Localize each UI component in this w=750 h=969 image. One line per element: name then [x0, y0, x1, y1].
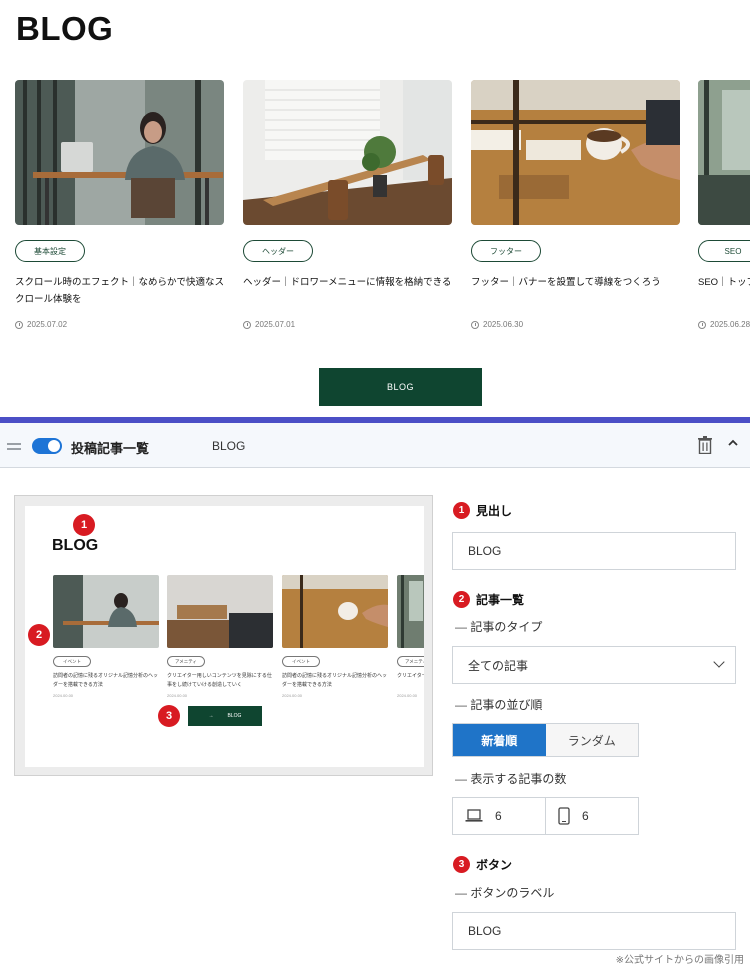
blog-title: BLOG	[16, 10, 114, 47]
card-date-text: 2025.07.01	[255, 320, 296, 329]
section-badge: 1	[453, 502, 470, 519]
card-date-text: 2025.06.30	[483, 320, 524, 329]
article-count-inputs: 6 6	[452, 797, 639, 835]
card-date-text: 2025.06.28	[710, 320, 750, 329]
arrow-right-icon: →	[208, 713, 214, 719]
button-label-label: ボタンのラベル	[455, 884, 554, 901]
clock-icon	[15, 320, 23, 329]
section-badge: 2	[453, 591, 470, 608]
layout-preview-canvas: 1 BLOG 2 イベント 訪問者の記憶に残るオリジナル記憶分析のヘッダーを搭載…	[25, 506, 424, 767]
blog-card[interactable]: フッター フッター｜バナーを設置して導線をつくろう 2025.06.30	[471, 80, 680, 329]
preview-card-tag: イベント	[53, 656, 91, 667]
preview-card-title: クリエイター用しいコンテンツを仕事をし続	[397, 673, 424, 679]
card-thumbnail[interactable]	[243, 80, 452, 225]
card-title[interactable]: ヘッダー｜ドロワーメニューに情報を格納できる	[243, 274, 452, 291]
order-option-newest[interactable]: 新着順	[453, 724, 546, 756]
preview-card-date: 2024.00.00	[282, 693, 303, 698]
blog-card[interactable]: SEO SEO｜トップ設定可能 2025.06.28	[698, 80, 750, 329]
preview-card-thumbnail	[167, 575, 273, 648]
preview-card-date: 2024.00.00	[167, 693, 188, 698]
annotation-badge-2: 2	[28, 624, 50, 646]
card-date: 2025.06.28	[698, 320, 750, 329]
mobile-count-field[interactable]: 6	[545, 798, 638, 834]
preview-card-title: 訪問者の記憶に残るオリジナル記憶分析のヘッダーを搭載できる方法	[53, 673, 159, 688]
drag-handle-icon[interactable]	[7, 443, 21, 450]
card-title[interactable]: SEO｜トップ設定可能	[698, 274, 750, 291]
laptop-icon	[465, 809, 483, 822]
preview-card-tag: イベント	[282, 656, 320, 667]
image-credit-note: ※公式サイトからの画像引用	[615, 955, 744, 966]
heading-input[interactable]: BLOG	[452, 532, 736, 570]
list-section-label: 記事一覧	[476, 593, 525, 607]
card-category-tag[interactable]: 基本設定	[15, 240, 85, 262]
button-label-input[interactable]: BLOG	[452, 912, 736, 950]
annotation-badge-3: 3	[158, 705, 180, 727]
card-category-tag[interactable]: フッター	[471, 240, 541, 262]
layout-preview: 1 BLOG 2 イベント 訪問者の記憶に残るオリジナル記憶分析のヘッダーを搭載…	[14, 495, 433, 776]
heading-section-label: 見出し	[476, 504, 513, 518]
article-type-label: 記事のタイプ	[455, 618, 542, 635]
preview-card: イベント 訪問者の記憶に残るオリジナル記憶分析のヘッダーを搭載できる方法 202…	[282, 575, 388, 698]
blog-more-button[interactable]: BLOG	[319, 368, 482, 406]
card-date: 2025.06.30	[471, 320, 523, 329]
preview-button: → BLOG	[188, 706, 262, 726]
preview-card-tag: アメニティ	[397, 656, 424, 667]
card-thumbnail[interactable]	[471, 80, 680, 225]
block-subtitle: BLOG	[212, 439, 246, 453]
desktop-count-field[interactable]: 6	[453, 798, 545, 834]
desktop-count-value: 6	[495, 809, 502, 823]
clock-icon	[698, 320, 706, 329]
preview-card-title: 訪問者の記憶に残るオリジナル記憶分析のヘッダーを搭載できる方法	[282, 673, 388, 688]
block-name: 投稿記事一覧	[71, 441, 150, 456]
section-badge: 3	[453, 856, 470, 873]
preview-title: BLOG	[52, 537, 99, 554]
order-option-random[interactable]: ランダム	[545, 724, 638, 756]
preview-card-title: クリエイター用しいコンテンツを見除にする仕事をし続けていける創造していく	[167, 673, 272, 688]
preview-card-tag: アメニティ	[167, 656, 205, 667]
card-category-tag[interactable]: SEO	[698, 240, 750, 262]
preview-card-date: 2024.00.00	[53, 693, 74, 698]
trash-icon[interactable]	[698, 436, 712, 454]
blog-card[interactable]: 基本設定 スクロール時のエフェクト｜なめらかで快適なスクロール体験を 2025.…	[15, 80, 224, 329]
annotation-badge-1: 1	[73, 514, 95, 536]
article-type-value: 全ての記事	[468, 658, 529, 673]
article-order-label: 記事の並び順	[455, 696, 542, 713]
card-thumbnail[interactable]	[15, 80, 224, 225]
chevron-down-icon	[713, 656, 725, 668]
card-date: 2025.07.01	[243, 320, 295, 329]
collapse-chevron-icon[interactable]	[727, 437, 739, 449]
article-type-select[interactable]: 全ての記事	[452, 646, 736, 684]
preview-card-date: 2024.00.00	[397, 693, 418, 698]
card-category-tag[interactable]: ヘッダー	[243, 240, 313, 262]
button-section-title: 3 ボタン	[453, 856, 512, 873]
block-header: 投稿記事一覧 BLOG	[0, 423, 750, 468]
preview-card: アメニティ クリエイター用しいコンテンツを見除にする仕事をし続けていける創造して…	[167, 575, 273, 698]
heading-section-title: 1 見出し	[453, 502, 512, 519]
clock-icon	[471, 320, 479, 329]
card-thumbnail[interactable]	[698, 80, 750, 225]
mobile-count-value: 6	[582, 809, 589, 823]
preview-card: イベント 訪問者の記憶に残るオリジナル記憶分析のヘッダーを搭載できる方法 202…	[53, 575, 159, 698]
button-section-label: ボタン	[476, 858, 513, 872]
block-visibility-toggle[interactable]	[32, 438, 62, 454]
article-count-label: 表示する記事の数	[455, 770, 566, 787]
preview-card: アメニティ クリエイター用しいコンテンツを仕事をし続 2024.00.00	[397, 575, 424, 698]
preview-button-label: BLOG	[227, 713, 242, 719]
article-order-segmented: 新着順 ランダム	[452, 723, 639, 757]
card-title[interactable]: フッター｜バナーを設置して導線をつくろう	[471, 274, 680, 291]
card-title[interactable]: スクロール時のエフェクト｜なめらかで快適なスクロール体験を	[15, 274, 224, 308]
preview-card-thumbnail	[282, 575, 388, 648]
preview-card-thumbnail	[53, 575, 159, 648]
list-section-title: 2 記事一覧	[453, 591, 524, 608]
card-date: 2025.07.02	[15, 320, 67, 329]
blog-card-list: 基本設定 スクロール時のエフェクト｜なめらかで快適なスクロール体験を 2025.…	[15, 80, 750, 340]
smartphone-icon	[558, 807, 570, 825]
card-date-text: 2025.07.02	[27, 320, 68, 329]
blog-card[interactable]: ヘッダー ヘッダー｜ドロワーメニューに情報を格納できる 2025.07.01	[243, 80, 452, 329]
preview-card-thumbnail	[397, 575, 424, 648]
clock-icon	[243, 320, 251, 329]
